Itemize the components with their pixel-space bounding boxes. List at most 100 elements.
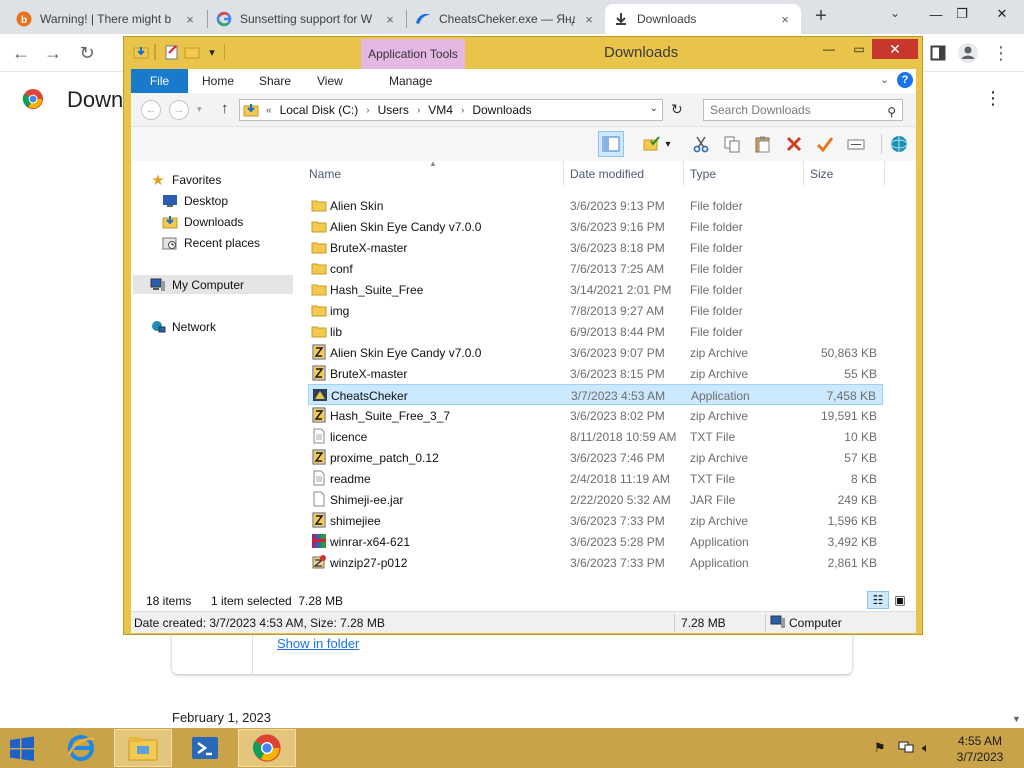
file-explorer-taskbar-icon[interactable] — [114, 729, 172, 767]
paste-icon[interactable] — [750, 131, 776, 157]
breadcrumb-local-disk[interactable]: Local Disk (C:) — [280, 103, 359, 117]
network-globe-icon[interactable] — [886, 131, 912, 157]
breadcrumb-chevron-icon[interactable]: › — [417, 105, 420, 116]
cut-icon[interactable] — [688, 131, 714, 157]
nav-recent-places[interactable]: Recent places — [161, 233, 260, 252]
nav-downloads[interactable]: Downloads — [161, 212, 243, 231]
up-folder-icon[interactable]: ↑ — [221, 100, 229, 117]
explorer-app-icon[interactable] — [133, 44, 149, 60]
side-panel-icon[interactable] — [925, 40, 951, 66]
explorer-close-icon[interactable]: ✕ — [872, 39, 918, 59]
address-dropdown-icon[interactable]: ⌄ — [650, 103, 658, 114]
preview-pane-icon[interactable] — [598, 131, 624, 157]
recent-locations-icon[interactable]: ▾ — [197, 104, 202, 115]
copy-icon[interactable] — [719, 131, 745, 157]
file-row[interactable]: Hash_Suite_Free_3_7 3/6/2023 8:02 PM zip A… — [308, 405, 883, 426]
tab-cheatscheker[interactable]: CheatsCheker.exe — Янд × — [407, 4, 605, 34]
tab-warning[interactable]: b Warning! | There might b × — [8, 4, 206, 34]
file-row[interactable]: BruteX-master 3/6/2023 8:15 PM zip Archive… — [308, 363, 883, 384]
back-icon[interactable]: ← — [8, 40, 34, 66]
scroll-down-arrow-icon[interactable]: ▼ — [1012, 714, 1021, 724]
help-icon[interactable]: ? — [897, 72, 913, 88]
column-divider[interactable] — [683, 161, 684, 187]
delete-icon[interactable] — [781, 131, 807, 157]
qat-dropdown-icon[interactable]: ▾ — [204, 44, 220, 60]
column-divider[interactable] — [803, 161, 804, 187]
file-row[interactable]: conf 7/6/2013 7:25 AM File folder — [308, 258, 883, 279]
new-tab-button[interactable]: + — [810, 5, 832, 27]
network-tray-icon[interactable] — [898, 740, 914, 757]
explorer-maximize-icon[interactable]: ▭ — [844, 39, 874, 59]
file-row[interactable]: img 7/8/2013 9:27 AM File folder — [308, 300, 883, 321]
refresh-icon[interactable]: ↻ — [671, 101, 683, 118]
column-header-date[interactable]: Date modified — [570, 167, 644, 181]
tab-close-icon[interactable]: × — [182, 12, 198, 27]
large-icons-view-icon[interactable]: ▣ — [889, 591, 911, 609]
explorer-back-icon[interactable]: ← — [141, 100, 161, 120]
details-view-icon[interactable]: ☷ — [867, 591, 889, 609]
file-row[interactable]: Alien Skin 3/6/2023 9:13 PM File folder — [308, 195, 883, 216]
toolbar-dropdown-icon[interactable]: ▾ — [661, 131, 675, 157]
breadcrumb-chevron-icon[interactable]: › — [366, 105, 369, 116]
file-row[interactable]: shimejiee 3/6/2023 7:33 PM zip Archive 1,59… — [308, 510, 883, 531]
file-row[interactable]: lib 6/9/2013 8:44 PM File folder — [308, 321, 883, 342]
file-row[interactable]: Alien Skin Eye Candy v7.0.0 3/6/2023 9:07… — [308, 342, 883, 363]
address-bar[interactable]: « Local Disk (C:) › Users › VM4 › Downlo… — [239, 99, 663, 121]
tab-close-icon[interactable]: × — [581, 12, 597, 27]
file-row[interactable]: CheatsCheker 3/7/2023 4:53 AM Application 7… — [308, 384, 883, 405]
file-row[interactable]: proxime_patch_0.12 3/6/2023 7:46 PM zip Ar… — [308, 447, 883, 468]
forward-icon[interactable]: → — [40, 40, 66, 66]
breadcrumb-chevron-icon[interactable]: › — [461, 105, 464, 116]
breadcrumb-overflow[interactable]: « — [266, 105, 272, 116]
ribbon-tab-manage[interactable]: Manage — [381, 69, 441, 93]
ribbon-tab-view[interactable]: View — [309, 69, 351, 93]
powershell-icon[interactable] — [176, 729, 234, 767]
rename-icon[interactable] — [843, 131, 869, 157]
page-menu-icon[interactable]: ⋮ — [984, 88, 1002, 109]
checkmark-icon[interactable] — [812, 131, 838, 157]
nav-favorites[interactable]: ★ Favorites — [149, 170, 221, 189]
ribbon-expand-icon[interactable]: ⌄ — [880, 73, 889, 86]
column-divider[interactable] — [884, 161, 885, 187]
properties-icon[interactable] — [164, 44, 180, 60]
volume-icon[interactable]: 🔈︎ — [922, 740, 930, 756]
tab-sunsetting[interactable]: Sunsetting support for W × — [208, 4, 406, 34]
internet-explorer-icon[interactable] — [52, 729, 110, 767]
chrome-taskbar-icon[interactable] — [238, 729, 296, 767]
ribbon-tab-home[interactable]: Home — [194, 69, 242, 93]
breadcrumb-downloads[interactable]: Downloads — [472, 103, 531, 117]
tab-close-icon[interactable]: × — [382, 12, 398, 27]
search-downloads-input[interactable]: Search Downloads ⚲ — [703, 99, 903, 121]
ribbon-tab-file[interactable]: File — [131, 69, 188, 93]
file-row[interactable]: Alien Skin Eye Candy v7.0.0 3/6/2023 9:16… — [308, 216, 883, 237]
nav-desktop[interactable]: Desktop — [161, 191, 228, 210]
column-header-type[interactable]: Type — [690, 167, 716, 181]
file-row[interactable]: Hash_Suite_Free 3/14/2021 2:01 PM File fol… — [308, 279, 883, 300]
column-header-size[interactable]: Size — [810, 167, 833, 181]
explorer-forward-icon[interactable]: → — [169, 100, 189, 120]
file-row[interactable]: BruteX-master 3/6/2023 8:18 PM File folder — [308, 237, 883, 258]
breadcrumb-users[interactable]: Users — [378, 103, 409, 117]
start-button-icon[interactable] — [6, 734, 38, 764]
close-icon[interactable]: ✕ — [980, 0, 1024, 28]
column-header-name[interactable]: Name — [309, 167, 341, 181]
search-icon[interactable]: ⚲ — [887, 102, 896, 122]
taskbar-clock[interactable]: 4:55 AM 3/7/2023 — [948, 733, 1012, 765]
tab-downloads[interactable]: Downloads × — [605, 4, 801, 34]
nav-my-computer[interactable]: My Computer — [133, 275, 293, 294]
breadcrumb-vm4[interactable]: VM4 — [428, 103, 453, 117]
restore-icon[interactable]: ❐ — [940, 0, 984, 28]
new-folder-icon[interactable] — [184, 44, 200, 60]
tab-close-icon[interactable]: × — [777, 12, 793, 27]
reload-icon[interactable]: ↻ — [74, 40, 100, 66]
tab-search-chevron-icon[interactable]: ⌄ — [890, 6, 900, 20]
file-row[interactable]: licence 8/11/2018 10:59 AM TXT File 10 KB — [308, 426, 883, 447]
show-in-folder-link[interactable]: Show in folder — [277, 636, 359, 651]
nav-network[interactable]: Network — [149, 317, 216, 336]
profile-icon[interactable] — [955, 40, 981, 66]
explorer-minimize-icon[interactable]: — — [814, 39, 844, 59]
action-center-flag-icon[interactable]: ⚑ — [874, 740, 886, 756]
file-row[interactable]: Shimeji-ee.jar 2/22/2020 5:32 AM JAR File 2… — [308, 489, 883, 510]
file-row[interactable]: readme 2/4/2018 11:19 AM TXT File 8 KB — [308, 468, 883, 489]
ribbon-tab-share[interactable]: Share — [251, 69, 299, 93]
